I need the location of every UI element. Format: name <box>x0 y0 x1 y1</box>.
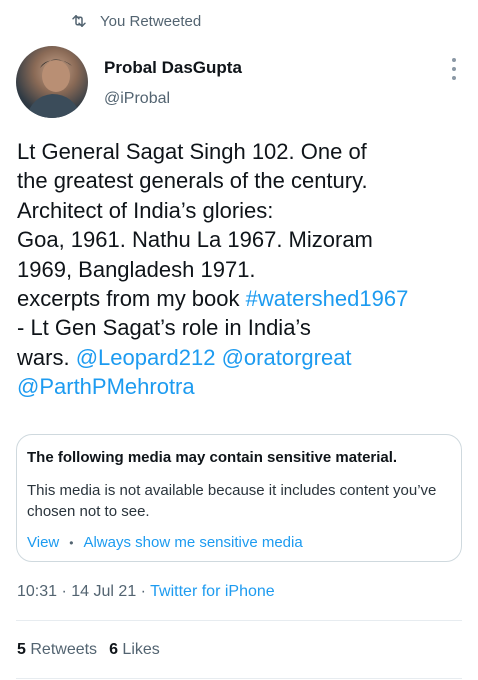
tweet-line: the greatest generals of the century. <box>17 168 368 194</box>
likes-count: 6 <box>109 641 118 658</box>
divider <box>16 678 462 679</box>
tweet-time[interactable]: 10:31 <box>17 583 57 600</box>
author-handle[interactable]: @iProbal <box>104 90 170 108</box>
meta-separator: · <box>140 583 146 600</box>
sensitive-title: The following media may contain sensitiv… <box>27 449 398 466</box>
view-media-button[interactable]: View <box>27 534 59 551</box>
tweet-line: excerpts from my book #watershed1967 <box>17 284 472 313</box>
sensitive-actions: View • Always show me sensitive media <box>27 534 303 551</box>
always-show-sensitive-button[interactable]: Always show me sensitive media <box>83 534 302 551</box>
tweet-line: Architect of India’s glories: <box>17 197 274 223</box>
tweet-line: - Lt Gen Sagat’s role in India’s <box>17 315 311 341</box>
divider <box>16 620 462 621</box>
author-name[interactable]: Probal DasGupta <box>104 58 242 78</box>
tweet-line: Goa, 1961. Nathu La 1967. Mizoram <box>17 227 373 253</box>
tweet-line: @ParthPMehrotra <box>17 372 472 401</box>
retweet-icon <box>72 15 86 27</box>
separator-dot: • <box>69 535 74 550</box>
tweet-line: wars. @Leopard212 @oratorgreat <box>17 343 472 372</box>
hashtag-link[interactable]: #watershed1967 <box>246 286 409 311</box>
retweet-label: You Retweeted <box>100 12 202 30</box>
retweet-banner: You Retweeted <box>70 12 201 30</box>
tweet-source-link[interactable]: Twitter for iPhone <box>150 583 275 600</box>
retweets-count: 5 <box>17 641 26 658</box>
tweet-date[interactable]: 14 Jul 21 <box>71 583 136 600</box>
engagement-stats: 5 Retweets 6 Likes <box>17 641 160 659</box>
tweet-metadata: 10:31 · 14 Jul 21 · Twitter for iPhone <box>17 583 275 601</box>
retweets-stat[interactable]: 5 Retweets <box>17 641 97 659</box>
mention-link[interactable]: @Leopard212 <box>76 345 216 370</box>
tweet-text: Lt General Sagat Singh 102. One of the g… <box>17 137 472 402</box>
tweet-line-text: wars. <box>17 344 76 370</box>
sensitive-media-notice: The following media may contain sensitiv… <box>16 434 462 562</box>
tweet-line-text: excerpts from my book <box>17 286 246 312</box>
tweet-line: Lt General Sagat Singh 102. One of <box>17 139 367 164</box>
likes-stat[interactable]: 6 Likes <box>109 641 160 659</box>
mention-link[interactable]: @ParthPMehrotra <box>17 374 195 399</box>
avatar[interactable] <box>16 46 88 118</box>
sensitive-body: This media is not available because it i… <box>27 482 437 520</box>
retweets-label: Retweets <box>30 641 98 658</box>
tweet-line: 1969, Bangladesh 1971. <box>17 256 256 282</box>
more-options-icon[interactable] <box>444 58 464 80</box>
likes-label: Likes <box>122 641 160 658</box>
mention-link[interactable]: @oratorgreat <box>222 345 352 370</box>
meta-separator: · <box>61 583 67 600</box>
